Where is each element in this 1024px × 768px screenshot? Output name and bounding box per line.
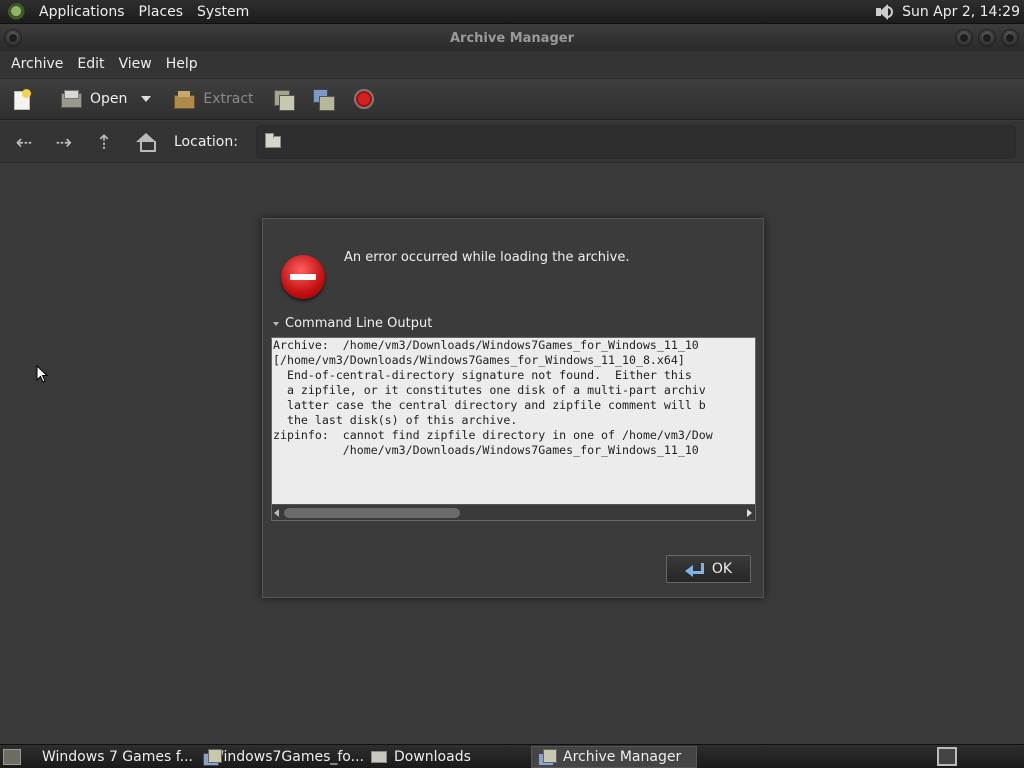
scrollbar-thumb[interactable] [284,508,460,518]
applications-menu[interactable]: Applications [32,0,132,24]
extract-button[interactable]: Extract [173,90,254,109]
open-label: Open [90,91,128,107]
folder-icon [264,132,281,148]
back-arrow-icon[interactable]: ⇠ [10,130,38,154]
ok-label: OK [711,561,733,577]
enter-arrow-icon [684,562,704,577]
folder-icon [371,750,387,763]
open-button[interactable]: Open [60,89,152,109]
places-menu[interactable]: Places [132,0,191,24]
close-button[interactable] [1001,29,1019,47]
output-line: End-of-central-directory signature not f… [273,368,692,382]
horizontal-scrollbar[interactable] [272,504,755,520]
task-label: Downloads [394,748,471,765]
top-panel: Applications Places System Sun Apr 2, 14… [0,0,1024,24]
new-archive-icon [12,89,32,110]
home-icon[interactable] [136,132,156,152]
location-bar: ⇠ ⇢ ⇡ Location: [0,121,1024,163]
minimize-button[interactable] [955,29,973,47]
add-folder-button[interactable] [312,88,335,111]
add-files-button[interactable] [272,88,295,111]
show-desktop-icon[interactable] [3,748,21,765]
task-label: Windows 7 Games f... [42,748,193,765]
toolbar: Open Extract [0,78,1024,120]
task-archive-file[interactable]: Windows7Games_fo... [197,746,364,768]
menubar: Archive Edit View Help [0,51,1024,77]
window-titlebar[interactable]: Archive Manager [0,25,1024,51]
location-field[interactable] [255,124,1016,159]
up-arrow-icon[interactable]: ⇡ [90,130,118,154]
archive-icon [538,748,557,766]
maximize-button[interactable] [978,29,996,47]
output-line: a zipfile, or it constitutes one disk of… [273,383,706,397]
window-menu-icon[interactable] [4,29,22,47]
forward-arrow-icon[interactable]: ⇢ [50,130,78,154]
command-line-output-expander[interactable]: Command Line Output [273,316,432,331]
error-message: An error occurred while loading the arch… [344,250,630,265]
workspace-switcher-icon[interactable] [937,747,957,766]
expander-arrow-icon [273,321,279,326]
task-label: Archive Manager [563,748,682,765]
new-archive-button[interactable] [12,89,32,110]
add-files-icon [272,88,295,111]
menu-archive[interactable]: Archive [4,56,70,72]
output-line: [/home/vm3/Downloads/Windows7Games_for_W… [273,353,685,367]
volume-icon[interactable] [874,2,894,22]
clock[interactable]: Sun Apr 2, 14:29 [902,4,1020,20]
menu-help[interactable]: Help [159,56,205,72]
output-line: zipinfo: cannot find zipfile directory i… [273,428,713,442]
stop-button[interactable] [353,89,374,109]
add-folder-icon [312,88,335,111]
ok-button[interactable]: OK [666,555,751,583]
window-title: Archive Manager [450,30,574,46]
extract-label: Extract [203,91,254,107]
task-label: Windows7Games_fo... [210,748,364,765]
error-icon [281,255,325,299]
stop-icon [353,89,374,109]
extract-icon [173,90,196,109]
output-line: the last disk(s) of this archive. [273,413,518,427]
open-icon [60,89,82,109]
system-menu[interactable]: System [190,0,256,24]
open-dropdown-chevron-icon[interactable] [141,96,152,102]
command-output-text: Archive: /home/vm3/Downloads/Windows7Gam… [272,338,755,504]
scroll-right-arrow-icon[interactable] [747,509,752,517]
task-downloads[interactable]: Downloads [365,746,529,768]
expander-label: Command Line Output [285,316,433,331]
output-line: Archive: /home/vm3/Downloads/Windows7Gam… [273,338,699,352]
command-output-box[interactable]: Archive: /home/vm3/Downloads/Windows7Gam… [271,337,756,521]
scroll-left-arrow-icon[interactable] [274,509,279,517]
location-label: Location: [174,133,238,150]
error-dialog: An error occurred while loading the arch… [262,218,764,598]
taskbar: Windows 7 Games f... Windows7Games_fo...… [0,744,1024,768]
output-line: /home/vm3/Downloads/Windows7Games_for_Wi… [273,443,699,457]
task-firefox[interactable]: Windows 7 Games f... [29,746,195,768]
menu-view[interactable]: View [112,56,159,72]
output-line: latter case the central directory and zi… [273,398,706,412]
gnome-foot-icon[interactable] [8,2,26,21]
task-archive-manager[interactable]: Archive Manager [531,745,697,768]
menu-edit[interactable]: Edit [70,56,111,72]
